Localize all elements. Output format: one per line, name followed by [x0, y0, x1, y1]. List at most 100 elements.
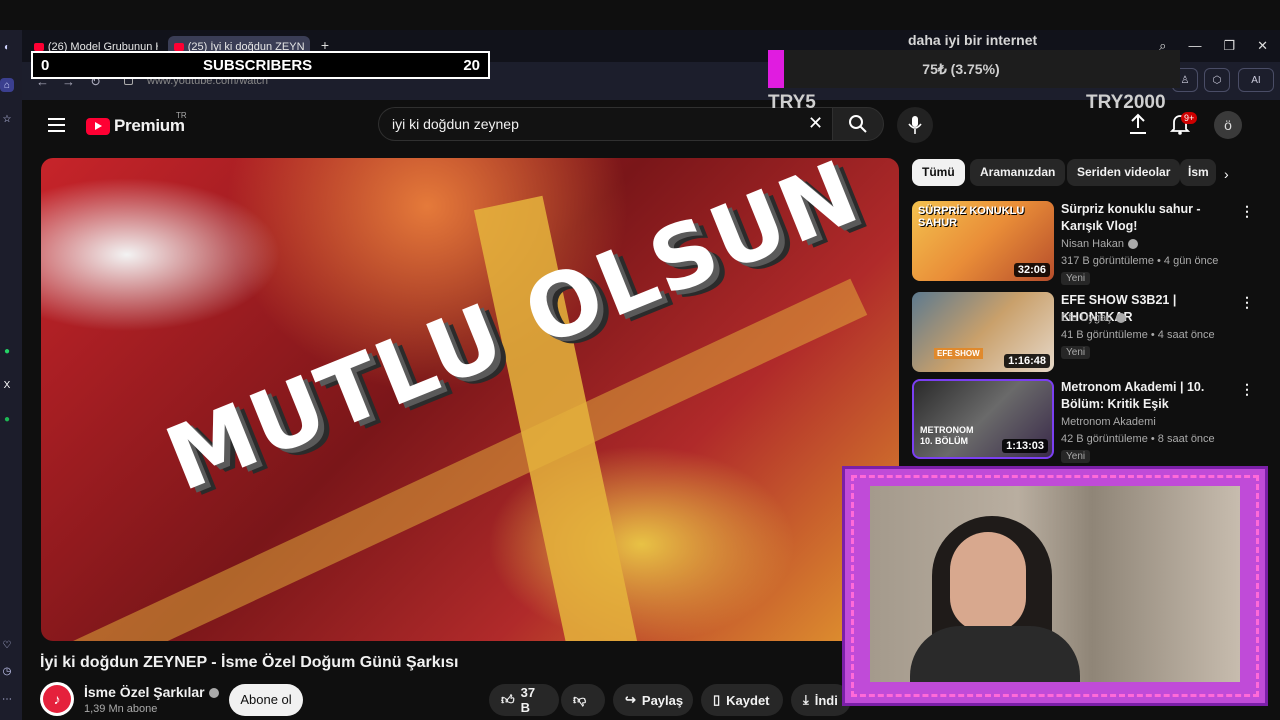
youtube-favicon-icon	[34, 43, 44, 51]
history-icon[interactable]: ◷	[0, 664, 14, 678]
channel-subscribers: 1,39 Mn abone	[84, 703, 158, 715]
video-duration: 32:06	[1013, 263, 1050, 277]
channel-avatar[interactable]: ♪	[40, 682, 74, 716]
new-badge: Yeni	[1061, 450, 1091, 463]
recommendation-item[interactable]: EFE SHOW 1:16:48 EFE SHOW S3B21 | KHONTK…	[912, 292, 1257, 374]
opera-logo-icon[interactable]: ◐	[0, 40, 14, 54]
youtube-favicon-icon	[174, 43, 184, 51]
screen: ◐ ⌂ ☆ ● X ● ♡ ◷ ⋯ (26) Model Grubunun Hi…	[0, 0, 1280, 720]
channel-logo-icon: ♪	[43, 685, 71, 713]
menu-icon[interactable]	[48, 118, 65, 132]
save-label: Kaydet	[726, 692, 770, 708]
opera-sidebar: ◐ ⌂ ☆ ● X ● ♡ ◷ ⋯	[0, 30, 22, 720]
thumbnail-text: METRONOM 10. BÖLÜM	[920, 425, 974, 446]
extensions-icon[interactable]: ⬡	[1204, 68, 1230, 92]
new-badge: Yeni	[1061, 346, 1091, 359]
more-options-icon[interactable]: ⋮	[1240, 294, 1254, 311]
spotify-icon[interactable]: ●	[0, 412, 14, 426]
share-icon: ↪	[625, 692, 636, 707]
chip-isme[interactable]: İsm	[1180, 159, 1216, 186]
chip-from-search[interactable]: Aramanızdan	[970, 159, 1066, 186]
chip-series[interactable]: Seriden videolar	[1067, 159, 1181, 186]
thumbs-down-icon: 👎︎	[573, 692, 587, 707]
subscriber-goal: 0 SUBSCRIBERS 20	[31, 51, 490, 79]
search-query: iyi ki doğdun zeynep	[392, 116, 519, 132]
download-icon: ⤓	[803, 692, 809, 707]
rec-channel-text: Efe Uygaç	[1061, 312, 1112, 324]
video-duration: 1:13:03	[1002, 439, 1048, 453]
chip-all[interactable]: Tümü	[912, 159, 965, 186]
donation-goal-title: daha iyi bir internet	[908, 32, 1038, 48]
video-thumbnail[interactable]: METRONOM 10. BÖLÜM 1:13:03	[912, 379, 1054, 459]
recommendation-item[interactable]: METRONOM 10. BÖLÜM 1:13:03 Metronom Akad…	[912, 379, 1257, 463]
account-avatar[interactable]: ö	[1214, 111, 1242, 139]
rec-channel: Nisan Hakan	[1061, 238, 1138, 250]
more-options-icon[interactable]: ⋮	[1240, 381, 1254, 398]
save-button[interactable]: ▯ Kaydet	[701, 684, 783, 716]
x-twitter-icon[interactable]: X	[0, 378, 14, 392]
channel-name-text: İsme Özel Şarkılar	[84, 684, 205, 700]
video-duration: 1:16:48	[1004, 354, 1050, 368]
upload-icon[interactable]	[1128, 113, 1148, 135]
bookmark-save-icon: ▯	[713, 692, 721, 707]
rec-channel-text: Nisan Hakan	[1061, 238, 1124, 250]
video-title: İyi ki doğdun ZEYNEP - İsme Özel Doğum G…	[40, 654, 459, 671]
subscriber-goal-target: 20	[463, 56, 480, 74]
like-count: 37 B	[520, 685, 536, 715]
youtube-play-icon	[86, 117, 110, 135]
whatsapp-icon[interactable]: ●	[0, 344, 14, 358]
heart-icon[interactable]: ♡	[0, 638, 14, 652]
dislike-button[interactable]: 👎︎	[561, 684, 605, 716]
subscribe-button[interactable]: Abone ol	[229, 684, 303, 716]
share-label: Paylaş	[641, 692, 684, 708]
ai-button-label: AI	[1251, 74, 1261, 86]
more-options-icon[interactable]: ⋮	[1240, 203, 1254, 220]
thumbs-up-icon: 👍︎	[501, 692, 515, 707]
like-button[interactable]: 👍︎ 37 B	[489, 684, 559, 716]
subscriber-goal-start: 0	[41, 56, 50, 74]
thumbnail-text: EFE SHOW	[934, 348, 983, 359]
rec-channel: Metronom Akademi	[1061, 416, 1156, 428]
video-player[interactable]: MUTLU OLSUN	[41, 158, 899, 641]
maximize-icon[interactable]: ❐	[1223, 38, 1235, 54]
rec-meta: 42 B görüntüleme • 8 saat önce	[1061, 433, 1215, 445]
donation-min-label: TRY5	[768, 92, 816, 113]
rec-title: Sürpriz konuklu sahur - Karışık Vlog!	[1061, 202, 1201, 233]
notification-badge: 9+	[1181, 112, 1198, 124]
close-icon[interactable]: ✕	[1257, 38, 1268, 54]
recommendation-item[interactable]: SÜRPRİZ KONUKLU SAHUR 32:06 Sürpriz konu…	[912, 201, 1257, 285]
video-thumbnail[interactable]: EFE SHOW 1:16:48	[912, 292, 1054, 372]
share-button[interactable]: ↪ Paylaş	[613, 684, 693, 716]
voice-search-button[interactable]	[897, 107, 933, 143]
webcam-video	[870, 486, 1240, 682]
logo-country: TR	[176, 111, 187, 120]
home-icon[interactable]: ⌂	[0, 78, 14, 92]
rec-meta: 41 B görüntüleme • 4 saat önce	[1061, 329, 1215, 341]
ai-button[interactable]: AI	[1238, 68, 1274, 92]
download-label: İndi	[814, 692, 838, 708]
minimize-icon[interactable]: —	[1188, 38, 1201, 54]
verified-icon	[1127, 239, 1138, 250]
verified-icon	[1115, 313, 1126, 324]
verified-icon	[208, 688, 219, 699]
bookmark-icon[interactable]: ☆	[0, 112, 14, 126]
donation-progress-text: 75₺ (3.75%)	[922, 61, 1000, 77]
more-icon[interactable]: ⋯	[0, 692, 14, 706]
video-thumbnail[interactable]: SÜRPRİZ KONUKLU SAHUR 32:06	[912, 201, 1054, 281]
clear-search-icon[interactable]: ✕	[808, 113, 823, 134]
chevron-right-icon[interactable]: ›	[1224, 166, 1229, 182]
rec-channel: Efe Uygaç	[1061, 312, 1126, 324]
youtube-logo[interactable]: Premium TR	[86, 111, 187, 136]
rec-meta: 317 B görüntüleme • 4 gün önce	[1061, 255, 1219, 267]
microphone-icon	[908, 116, 922, 134]
donation-max-label: TRY2000	[1086, 92, 1166, 113]
donation-progress-bar: 75₺ (3.75%)	[768, 50, 1180, 88]
logo-word: Premium	[114, 116, 185, 135]
channel-name[interactable]: İsme Özel Şarkılar	[84, 684, 219, 700]
new-tab-button[interactable]: +	[318, 38, 332, 52]
search-button[interactable]	[832, 107, 884, 141]
new-badge: Yeni	[1061, 272, 1091, 285]
streamer-face	[950, 532, 1026, 632]
subscriber-goal-label: SUBSCRIBERS	[203, 56, 313, 74]
thumbnail-text: SÜRPRİZ KONUKLU SAHUR	[918, 205, 1025, 229]
